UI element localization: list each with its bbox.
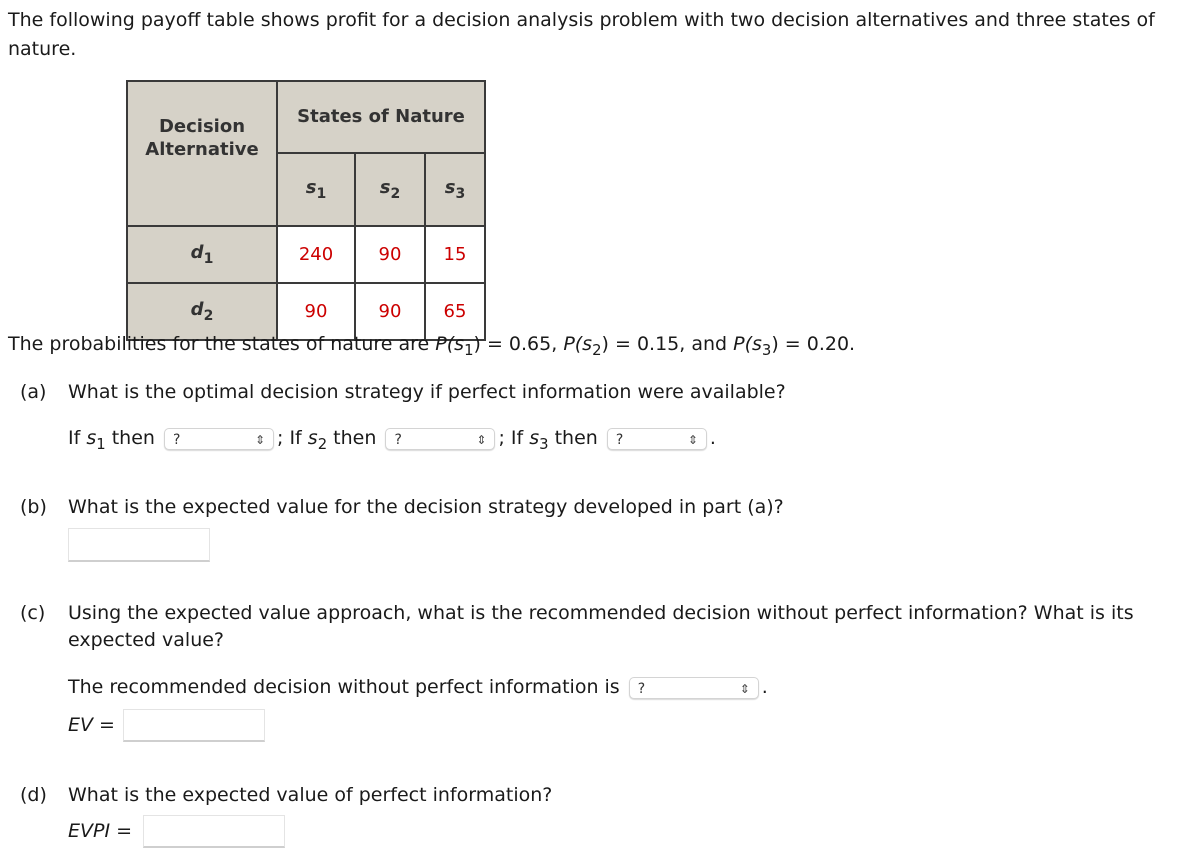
part-d-question: What is the expected value of perfect in… [68,784,553,806]
s1-decision-select[interactable]: ? ⇕ [164,427,274,450]
part-a-strategy: If s1 then ? ⇕; If s2 then ? ⇕; If s3 then… [68,427,716,454]
intro-text: The following payoff table shows profit … [8,9,1155,60]
decision-d1: d1 [126,225,278,284]
decision-alternative-header: Decision Alternative [126,80,278,227]
part-d-label: (d) [20,784,47,806]
payoff-cell: 90 [354,225,426,284]
table-row: d1 240 90 15 [126,225,486,284]
header-line: Decision [158,116,246,137]
part-c-question-line2: expected value? [68,629,225,651]
part-b-answer-input[interactable] [68,528,210,562]
table-row: d2 90 90 65 [126,282,486,341]
s3-decision-select[interactable]: ? ⇕ [606,427,707,450]
part-c-question-line1: Using the expected value approach, what … [68,602,1134,624]
payoff-cell: 90 [276,282,356,341]
payoff-table: Decision Alternative States of Nature s1… [126,80,486,341]
payoff-cell: 240 [276,225,356,284]
part-a-label: (a) [20,381,47,403]
payoff-cell: 90 [354,282,426,341]
header-line: Alternative [145,139,259,160]
states-of-nature-header: States of Nature [276,80,486,154]
payoff-cell: 15 [424,225,486,284]
state-header-s3: s3 [424,151,486,228]
dropdown-arrow-icon: ⇕ [739,681,750,696]
part-a-question: What is the optimal decision strategy if… [68,381,786,403]
ev-label: EV = [68,714,115,736]
state-header-s2: s2 [354,151,426,228]
evpi-input[interactable] [143,815,285,848]
dropdown-arrow-icon: ⇕ [687,432,698,447]
ev-input[interactable] [123,709,265,742]
part-c-recommendation: The recommended decision without perfect… [68,676,768,699]
part-b-question: What is the expected value for the decis… [68,496,784,518]
decision-d2: d2 [126,282,278,341]
dropdown-arrow-icon: ⇕ [254,432,265,447]
state-header-s1: s1 [276,151,356,228]
recommended-decision-select[interactable]: ? ⇕ [628,676,759,699]
s2-decision-select[interactable]: ? ⇕ [385,427,496,450]
probabilities-text: The probabilities for the states of natu… [8,333,856,360]
dropdown-arrow-icon: ⇕ [476,432,487,447]
payoff-cell: 65 [424,282,486,341]
part-b-label: (b) [20,496,47,518]
part-c-label: (c) [20,602,46,624]
evpi-label: EVPI = [68,820,133,842]
